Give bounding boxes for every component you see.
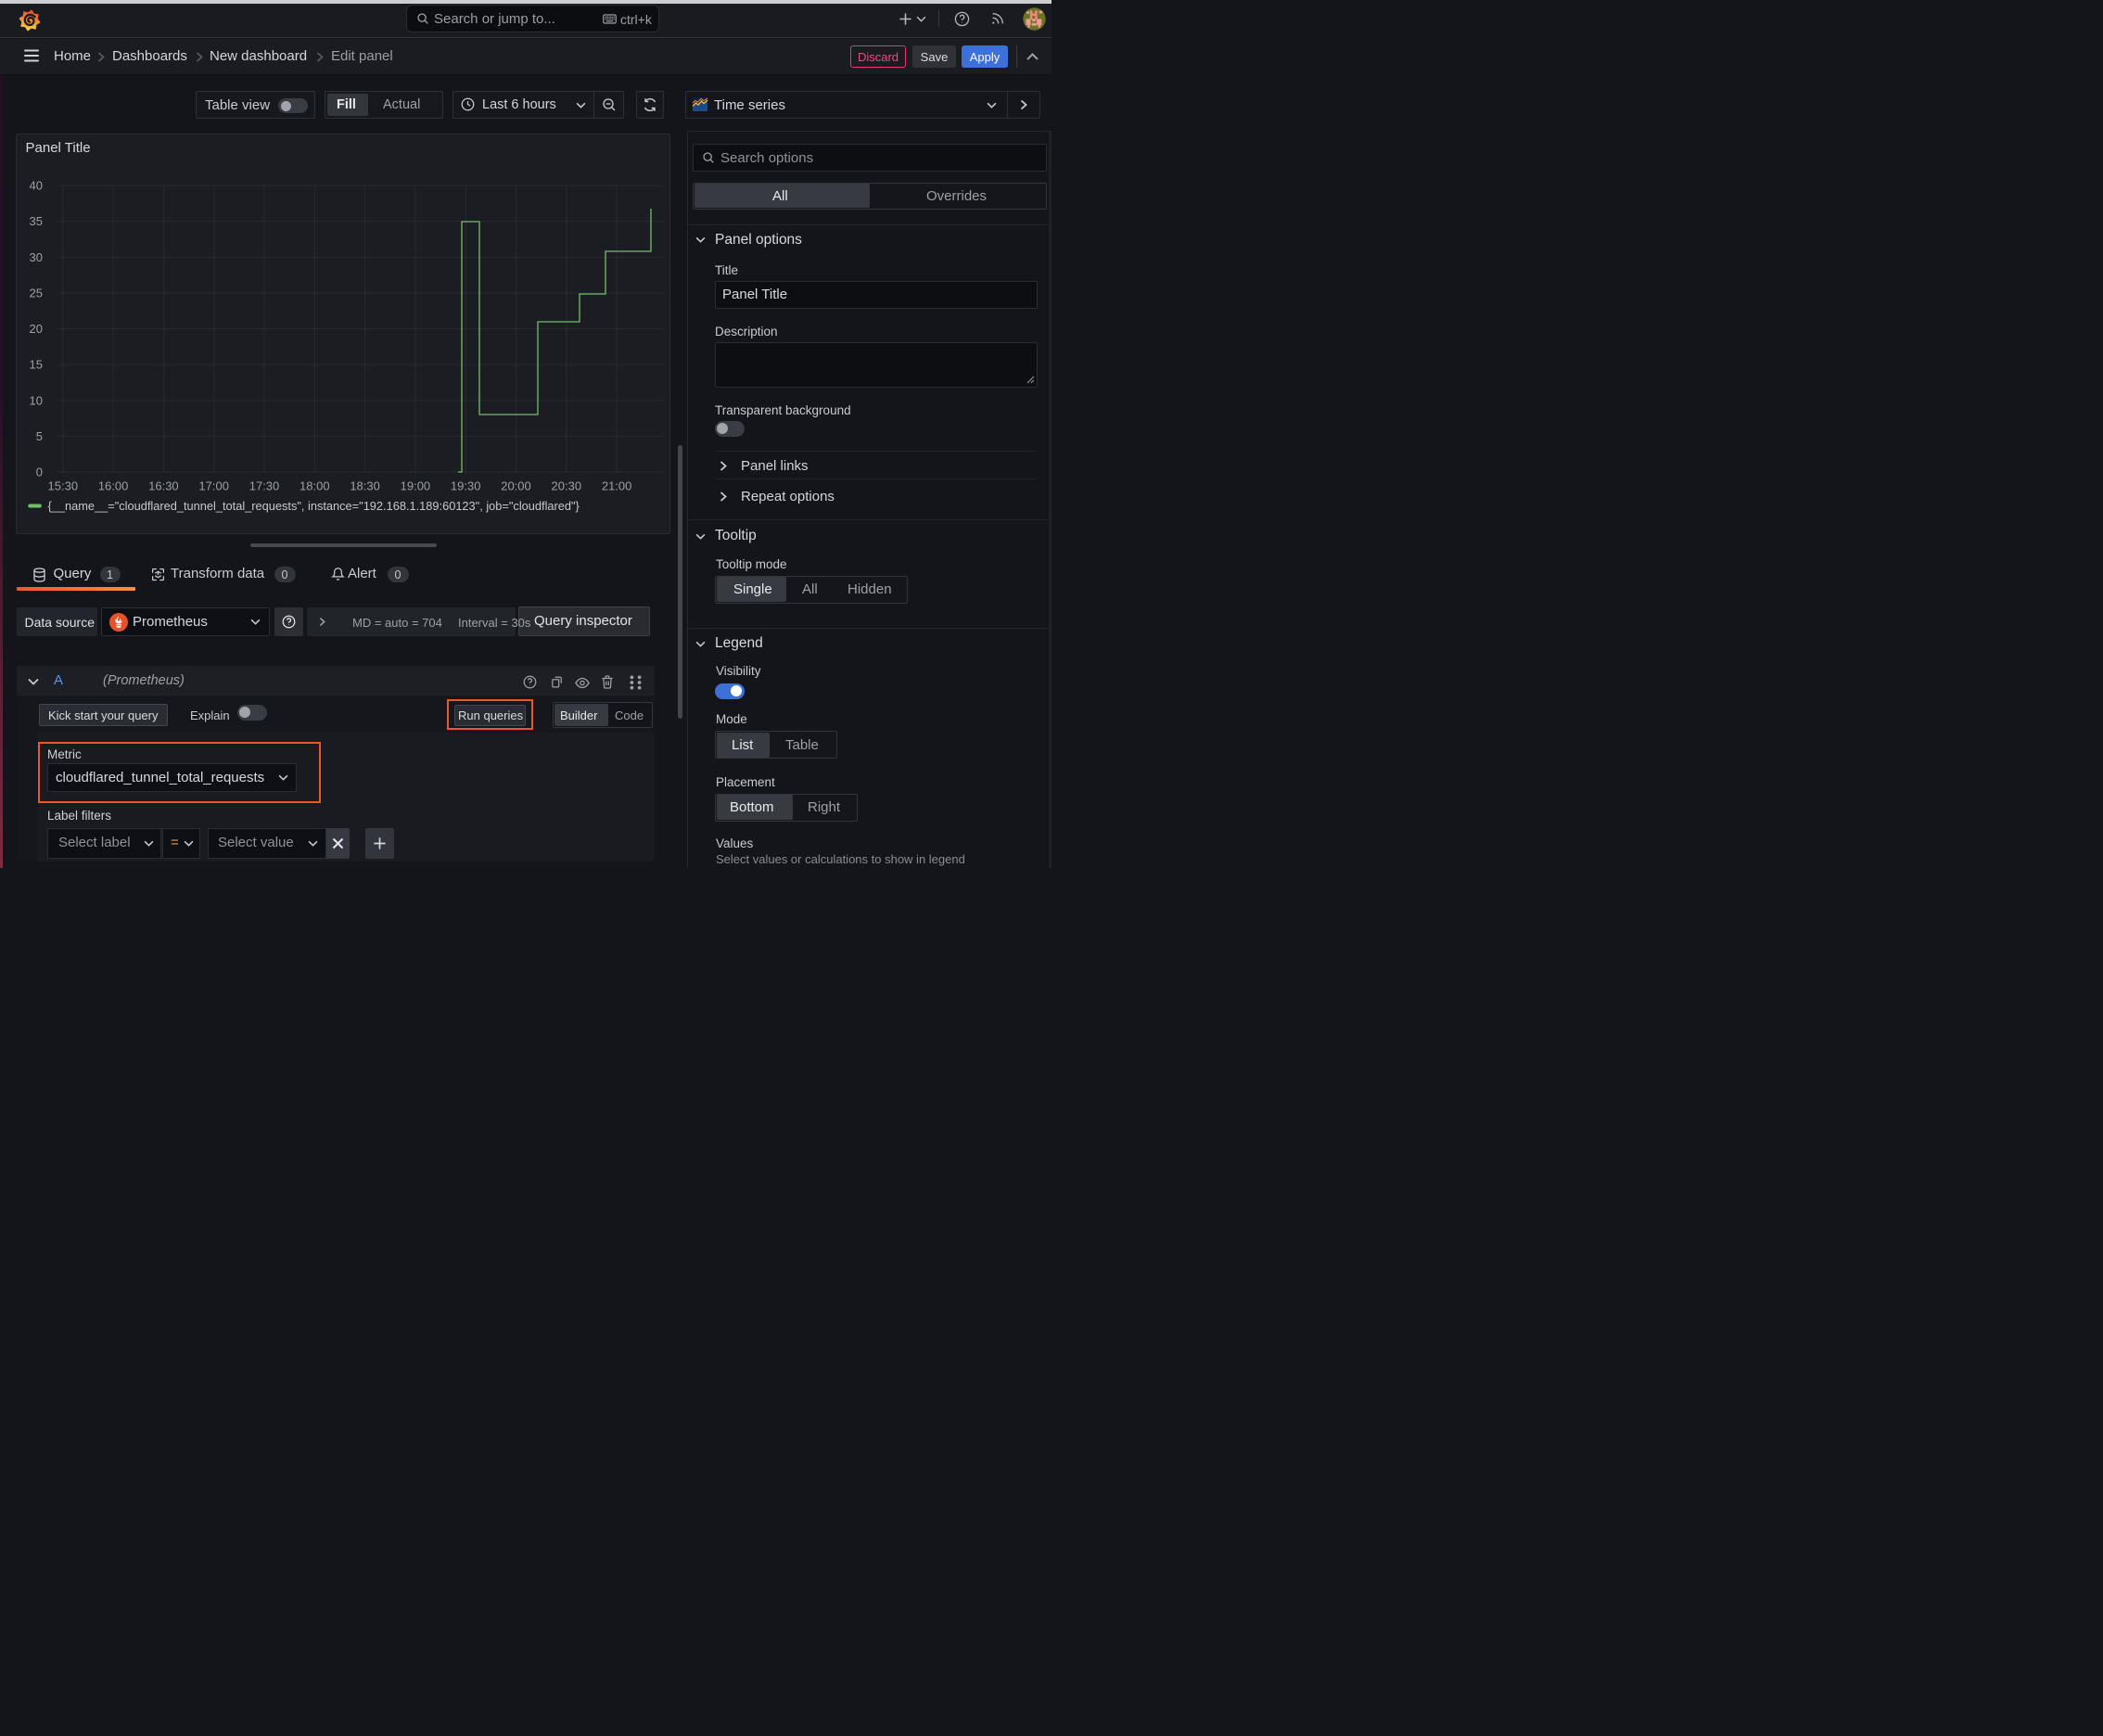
svg-text:20:00: 20:00 bbox=[501, 479, 531, 493]
svg-text:19:30: 19:30 bbox=[451, 479, 481, 493]
svg-text:18:00: 18:00 bbox=[300, 479, 330, 493]
svg-text:35: 35 bbox=[30, 214, 43, 228]
svg-text:17:30: 17:30 bbox=[249, 479, 280, 493]
svg-text:18:30: 18:30 bbox=[350, 479, 380, 493]
svg-text:{__name__="cloudflared_tunnel_: {__name__="cloudflared_tunnel_total_requ… bbox=[48, 499, 580, 513]
svg-text:20:30: 20:30 bbox=[552, 479, 582, 493]
svg-text:40: 40 bbox=[30, 179, 43, 193]
svg-text:5: 5 bbox=[36, 429, 43, 443]
svg-text:16:30: 16:30 bbox=[148, 479, 179, 493]
svg-text:15:30: 15:30 bbox=[48, 479, 79, 493]
svg-text:0: 0 bbox=[36, 466, 43, 479]
svg-text:15: 15 bbox=[30, 358, 43, 372]
svg-text:16:00: 16:00 bbox=[98, 479, 129, 493]
svg-text:21:00: 21:00 bbox=[602, 479, 632, 493]
svg-text:19:00: 19:00 bbox=[401, 479, 431, 493]
svg-text:17:00: 17:00 bbox=[198, 479, 229, 493]
svg-text:25: 25 bbox=[30, 286, 43, 300]
svg-text:30: 30 bbox=[30, 250, 43, 264]
svg-text:20: 20 bbox=[30, 322, 43, 336]
svg-text:10: 10 bbox=[30, 393, 43, 407]
